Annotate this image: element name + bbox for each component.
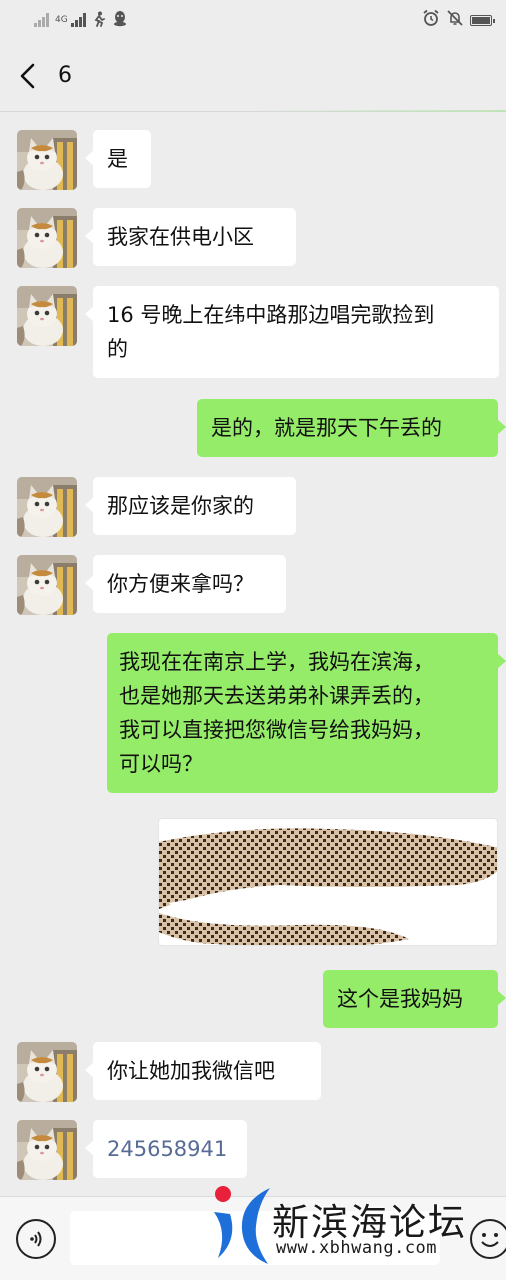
status-bar: 4G: [0, 0, 506, 40]
avatar[interactable]: [17, 555, 77, 615]
message-bubble-outgoing[interactable]: 我现在在南京上学，我妈在滨海， 也是她那天去送弟弟补课弄丢的， 我可以直接把您微…: [107, 633, 506, 793]
message-text-link[interactable]: 245658941: [107, 1137, 227, 1161]
message-bubble-incoming[interactable]: 那应该是你家的: [85, 477, 296, 535]
alarm-icon: [422, 9, 440, 31]
chat-title: 6: [58, 63, 72, 88]
message-text-line: 的: [107, 337, 128, 361]
back-button[interactable]: [18, 61, 42, 91]
message-text: 那应该是你家的: [107, 494, 254, 518]
message-bubble-outgoing[interactable]: 这个是我妈妈: [323, 970, 506, 1028]
message-bubble-incoming[interactable]: 你让她加我微信吧: [85, 1042, 321, 1100]
message-bubble-outgoing[interactable]: 是的，就是那天下午丢的: [197, 399, 506, 457]
message-input[interactable]: [70, 1211, 440, 1265]
battery-icon: [470, 14, 495, 26]
voice-button[interactable]: [16, 1219, 56, 1259]
signal-icon: [70, 13, 86, 27]
message-text-line: 也是她那天去送弟弟补课弄丢的，: [119, 684, 434, 708]
network-label: 4G: [55, 14, 68, 25]
message-text: 我家在供电小区: [107, 225, 254, 249]
message-text-line: 16 号晚上在纬中路那边唱完歌捡到: [107, 303, 435, 327]
status-right: [422, 9, 495, 31]
avatar[interactable]: [17, 130, 77, 190]
silent-icon: [446, 9, 464, 31]
message-bubble-incoming[interactable]: 我家在供电小区: [85, 208, 296, 266]
redaction-scribble: [159, 828, 497, 945]
message-bubble-incoming[interactable]: 是: [85, 130, 151, 188]
emoji-icon: [481, 1233, 499, 1247]
status-left: 4G: [34, 10, 128, 30]
message-text-line: 我现在在南京上学，我妈在滨海，: [119, 650, 434, 674]
message-text-line: 我可以直接把您微信号给我妈妈，: [119, 718, 434, 742]
signal-icon: [34, 13, 49, 27]
chat-header: 6: [0, 40, 506, 112]
voice-icon: [30, 1231, 42, 1247]
message-bubble-incoming[interactable]: 16 号晚上在纬中路那边唱完歌捡到 的: [85, 286, 499, 378]
message-text-line: 可以吗？: [119, 752, 203, 776]
qq-icon: [112, 10, 128, 30]
emoji-button[interactable]: [470, 1219, 506, 1259]
image-message[interactable]: [158, 818, 498, 946]
input-bar: [0, 1196, 506, 1280]
message-bubble-incoming[interactable]: 245658941: [85, 1120, 247, 1178]
message-text: 你让她加我微信吧: [107, 1059, 275, 1083]
avatar[interactable]: [17, 1042, 77, 1102]
chevron-left-icon: [20, 63, 35, 88]
message-text: 你方便来拿吗？: [107, 572, 254, 596]
activity-icon: [92, 11, 106, 30]
message-text: 是: [107, 147, 128, 171]
message-text: 这个是我妈妈: [337, 987, 463, 1011]
avatar[interactable]: [17, 208, 77, 268]
avatar[interactable]: [17, 286, 77, 346]
avatar[interactable]: [17, 1120, 77, 1180]
message-text: 是的，就是那天下午丢的: [211, 416, 442, 440]
message-bubble-incoming[interactable]: 你方便来拿吗？: [85, 555, 286, 613]
avatar[interactable]: [17, 477, 77, 537]
header-accent: [252, 110, 506, 112]
